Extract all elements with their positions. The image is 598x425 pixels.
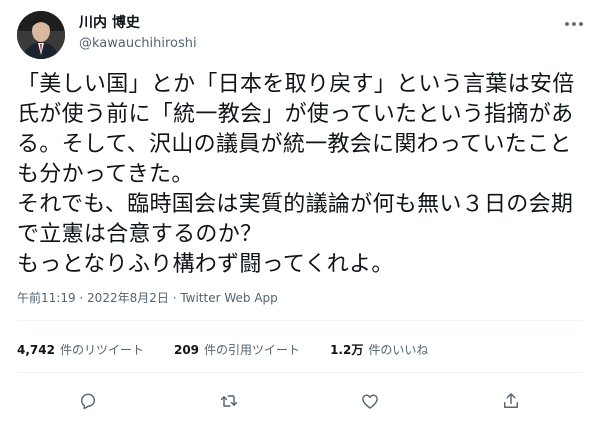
share-icon xyxy=(504,393,518,408)
stat-label: 件の引用ツイート xyxy=(204,342,301,357)
quote-count-stat[interactable]: 209 件の引用ツイート xyxy=(174,341,300,358)
more-options-icon[interactable] xyxy=(562,14,586,34)
action-bar xyxy=(0,386,598,416)
stat-count: 4,742 xyxy=(17,342,55,357)
avatar[interactable] xyxy=(17,11,65,59)
reply-icon xyxy=(81,393,95,410)
meta-separator-2: · xyxy=(168,291,181,305)
tweet-date[interactable]: 2022年8月2日 xyxy=(87,291,169,305)
tweet-card: 川内 博史 @kawauchihiroshi 「美しい国」とか「日本を取り戻す」… xyxy=(0,0,598,425)
like-count-stat[interactable]: 1.2万 件のいいね xyxy=(330,341,428,358)
tweet-time[interactable]: 午前11:19 xyxy=(17,291,76,305)
reply-button[interactable] xyxy=(75,388,101,414)
retweet-icon xyxy=(220,395,238,407)
tweet-meta: 午前11:19 · 2022年8月2日 · Twitter Web App xyxy=(17,289,278,307)
like-button[interactable] xyxy=(357,388,383,414)
tweet-stats: 4,742 件のリツイート 209 件の引用ツイート 1.2万 件のいいね xyxy=(17,339,458,359)
share-button[interactable] xyxy=(498,388,524,414)
retweet-count-stat[interactable]: 4,742 件のリツイート xyxy=(17,341,144,358)
stat-count: 1.2万 xyxy=(330,342,364,357)
divider-top xyxy=(17,320,583,321)
stat-count: 209 xyxy=(173,342,200,357)
like-icon xyxy=(362,394,378,409)
meta-separator: · xyxy=(75,291,88,305)
retweet-button[interactable] xyxy=(216,388,242,414)
divider-bottom xyxy=(17,372,583,373)
tweet-source[interactable]: Twitter Web App xyxy=(180,291,277,305)
author-handle[interactable]: @kawauchihiroshi xyxy=(79,35,197,53)
tweet-text: 「美しい国」とか「日本を取り戻す」という言葉は安倍氏が使う前に「統一教会」が使っ… xyxy=(17,72,575,277)
stat-label: 件のリツイート xyxy=(59,342,144,357)
stat-label: 件のいいね xyxy=(368,342,429,357)
author-display-name[interactable]: 川内 博史 xyxy=(79,14,140,32)
